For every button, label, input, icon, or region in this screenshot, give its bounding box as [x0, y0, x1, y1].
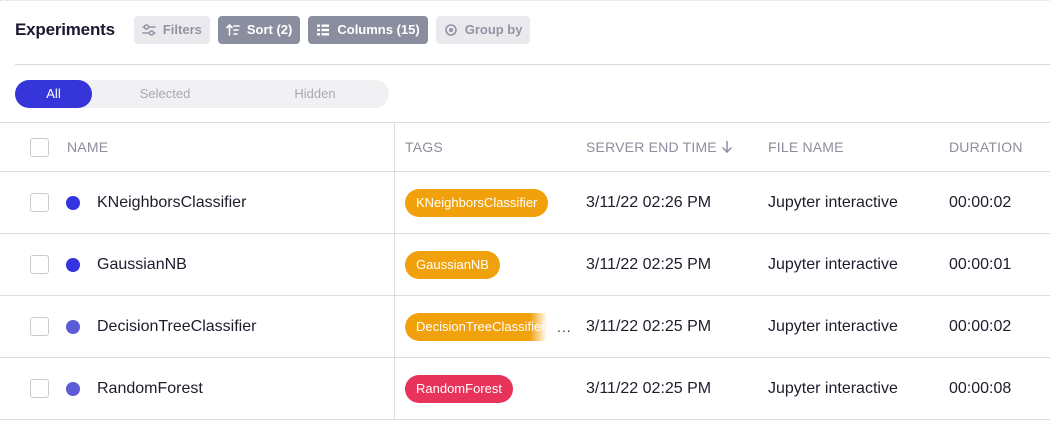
row-checkbox[interactable]: [30, 379, 49, 398]
view-toggle-selected[interactable]: Selected: [125, 80, 205, 108]
duration: 00:00:08: [949, 379, 1012, 397]
toolbar: Experiments Filters Sort (2) Columns (15…: [15, 15, 538, 44]
column-divider[interactable]: [394, 122, 395, 419]
experiment-status-dot: [66, 381, 80, 396]
more-tags-ellipsis[interactable]: ...: [557, 319, 572, 335]
experiments-table: NAME TAGS SERVER END TIME FILE NAME DURA…: [0, 122, 1050, 420]
server-end-time: 3/11/22 02:26 PM: [586, 193, 712, 211]
view-toggle: All Selected Hidden: [15, 80, 389, 108]
server-end-time: 3/11/22 02:25 PM: [586, 317, 712, 335]
sort-descending-icon: [721, 140, 733, 154]
duration: 00:00:02: [949, 317, 1012, 335]
filters-label: Filters: [162, 22, 202, 37]
file-name: Jupyter interactive: [768, 379, 898, 397]
duration: 00:00:02: [949, 193, 1012, 211]
row-checkbox[interactable]: [30, 317, 49, 336]
experiment-tag[interactable]: RandomForest: [405, 374, 513, 403]
experiment-status-dot: [66, 195, 80, 210]
top-dotted-border: [0, 0, 1050, 2]
columns-icon: [316, 23, 330, 37]
header-divider: [15, 64, 1050, 65]
experiment-name[interactable]: RandomForest: [97, 358, 203, 419]
experiment-status-dot: [66, 257, 80, 272]
row-checkbox[interactable]: [30, 255, 49, 274]
experiment-name[interactable]: GaussianNB: [97, 234, 187, 295]
view-toggle-hidden[interactable]: Hidden: [275, 80, 355, 108]
page-title: Experiments: [15, 19, 115, 39]
column-header-server-end-time[interactable]: SERVER END TIME: [586, 123, 733, 171]
group-by-button[interactable]: Group by: [435, 15, 531, 44]
experiment-name[interactable]: DecisionTreeClassifier: [97, 296, 256, 357]
column-header-name[interactable]: NAME: [67, 123, 108, 171]
group-by-icon: [444, 23, 458, 37]
file-name: Jupyter interactive: [768, 193, 898, 211]
file-name: Jupyter interactive: [768, 255, 898, 273]
file-name: Jupyter interactive: [768, 317, 898, 335]
group-by-label: Group by: [464, 22, 523, 37]
server-end-time: 3/11/22 02:25 PM: [586, 255, 712, 273]
columns-label: Columns (15): [337, 22, 420, 37]
row-checkbox[interactable]: [30, 193, 49, 212]
column-header-duration[interactable]: DURATION: [949, 123, 1023, 171]
experiment-tag[interactable]: DecisionTreeClassifier: [405, 312, 547, 341]
column-header-file-name[interactable]: FILE NAME: [768, 123, 844, 171]
column-header-server-end-time-label: SERVER END TIME: [586, 139, 717, 155]
filters-icon: [142, 23, 156, 37]
sort-label: Sort (2): [246, 22, 293, 37]
sort-button[interactable]: Sort (2): [217, 15, 301, 44]
experiment-name[interactable]: KNeighborsClassifier: [97, 172, 246, 233]
sort-icon: [226, 23, 240, 37]
experiment-tag[interactable]: KNeighborsClassifier: [405, 188, 549, 217]
view-toggle-all[interactable]: All: [15, 80, 92, 108]
table-row[interactable]: KNeighborsClassifier KNeighborsClassifie…: [0, 172, 1050, 234]
duration: 00:00:01: [949, 255, 1012, 273]
table-row[interactable]: GaussianNB GaussianNB 3/11/22 02:25 PM J…: [0, 234, 1050, 296]
experiment-tag[interactable]: GaussianNB: [405, 250, 500, 279]
columns-button[interactable]: Columns (15): [308, 15, 428, 44]
table-row[interactable]: DecisionTreeClassifier DecisionTreeClass…: [0, 296, 1050, 358]
filters-button[interactable]: Filters: [133, 15, 210, 44]
server-end-time: 3/11/22 02:25 PM: [586, 379, 712, 397]
experiment-status-dot: [66, 319, 80, 334]
select-all-checkbox[interactable]: [30, 137, 49, 157]
table-row[interactable]: RandomForest RandomForest 3/11/22 02:25 …: [0, 358, 1050, 420]
table-header-row: NAME TAGS SERVER END TIME FILE NAME DURA…: [0, 122, 1050, 172]
column-header-tags[interactable]: TAGS: [405, 123, 443, 171]
